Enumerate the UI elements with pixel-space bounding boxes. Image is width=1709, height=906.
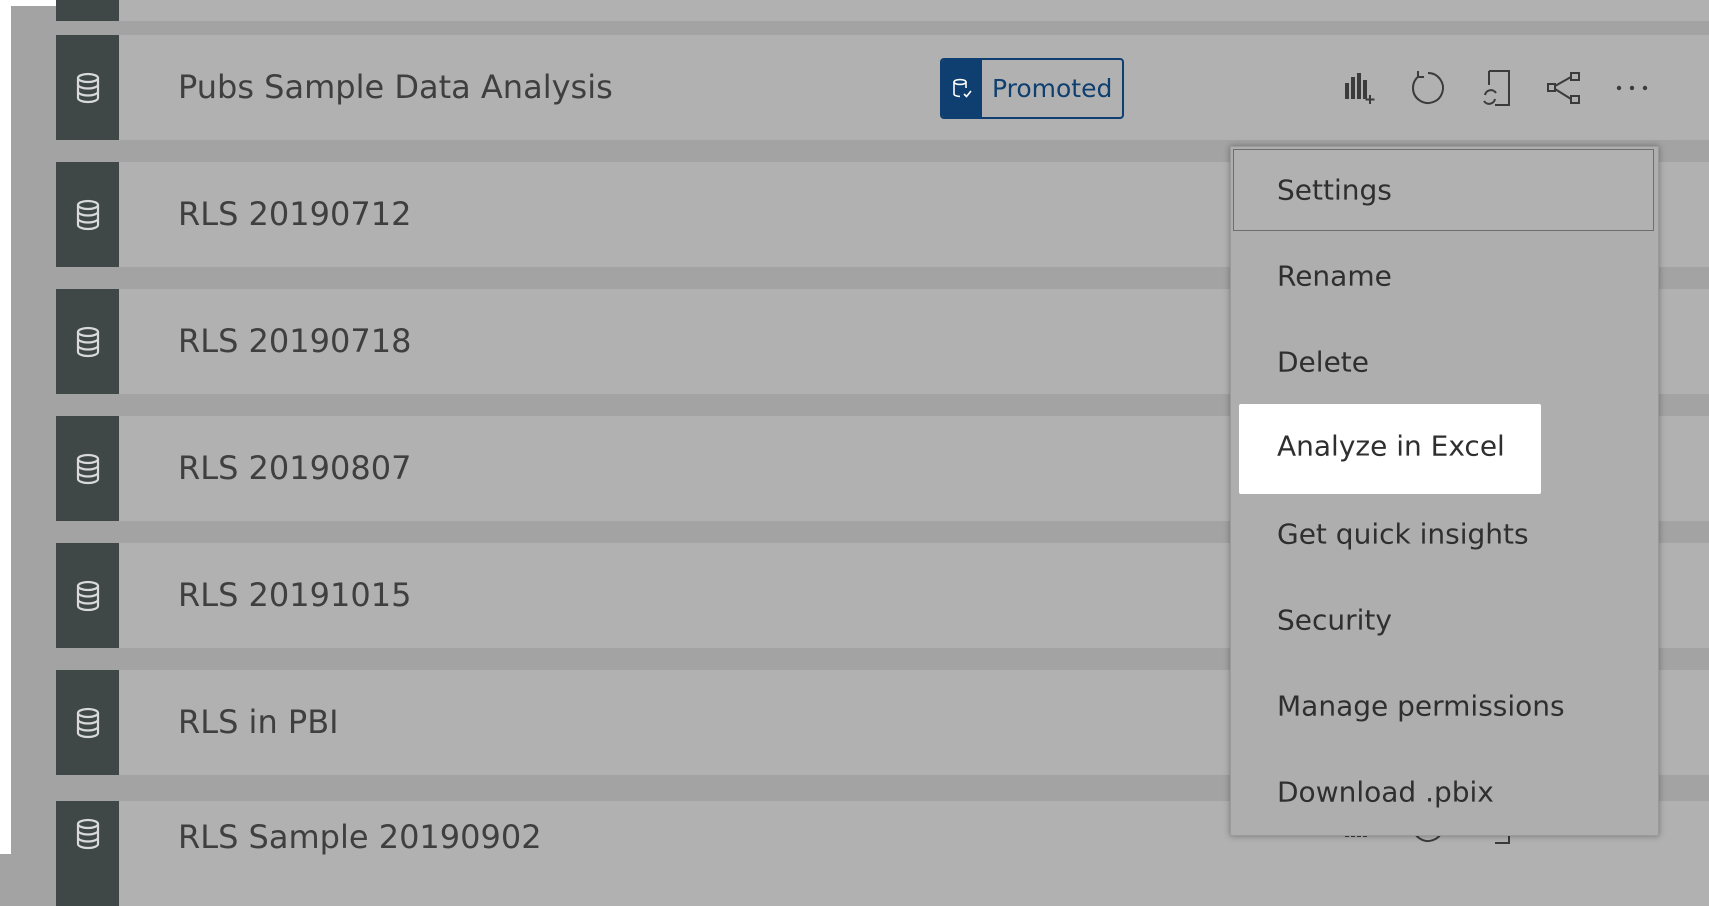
menu-item-rename[interactable]: Rename — [1231, 233, 1658, 319]
menu-item-settings[interactable]: Settings — [1231, 147, 1658, 233]
context-menu: Settings Rename Delete Analyze in Excel … — [1230, 146, 1659, 836]
database-icon — [76, 453, 99, 484]
share-icon — [1547, 71, 1580, 104]
database-icon — [76, 580, 99, 611]
database-icon — [76, 199, 99, 230]
dataset-name[interactable]: Pubs Sample Data Analysis — [178, 35, 613, 140]
database-icon — [76, 707, 99, 738]
menu-item-label: Delete — [1277, 345, 1369, 379]
menu-item-label: Analyze in Excel — [1277, 429, 1505, 463]
menu-item-download-pbix[interactable]: Download .pbix — [1231, 749, 1658, 835]
refresh-button[interactable] — [1394, 63, 1462, 113]
menu-item-analyze-in-excel[interactable]: Analyze in Excel — [1231, 400, 1658, 494]
refresh-icon — [1412, 70, 1444, 104]
dataset-name[interactable]: RLS 20191015 — [178, 543, 411, 648]
menu-item-manage-permissions[interactable]: Manage permissions — [1231, 663, 1658, 749]
database-icon-tile — [56, 0, 119, 21]
endorsement-icon — [942, 60, 982, 117]
database-icon-tile — [56, 543, 119, 648]
database-icon-tile — [56, 670, 119, 775]
dataset-name[interactable]: RLS 20190718 — [178, 289, 411, 394]
database-icon-tile — [56, 416, 119, 521]
menu-item-security[interactable]: Security — [1231, 577, 1658, 663]
database-icon — [76, 326, 99, 357]
create-report-icon — [1345, 72, 1375, 104]
create-report-button[interactable] — [1326, 63, 1394, 113]
share-button[interactable] — [1530, 63, 1598, 113]
list-item[interactable] — [56, 0, 1709, 21]
database-icon-tile — [56, 162, 119, 267]
dataset-name[interactable]: RLS 20190712 — [178, 162, 411, 267]
dataset-name[interactable]: RLS Sample 20190902 — [178, 785, 542, 890]
row-actions — [1326, 35, 1666, 140]
schedule-refresh-button[interactable] — [1462, 63, 1530, 113]
more-options-icon — [1616, 85, 1648, 90]
schedule-refresh-icon — [1483, 69, 1510, 106]
menu-item-get-quick-insights[interactable]: Get quick insights — [1231, 491, 1658, 577]
more-options-button[interactable] — [1598, 63, 1666, 113]
promoted-badge-label: Promoted — [992, 74, 1113, 103]
database-icon — [76, 72, 99, 103]
menu-item-label: Get quick insights — [1277, 517, 1529, 551]
dataset-name[interactable]: RLS in PBI — [178, 670, 339, 775]
database-icon — [76, 818, 99, 849]
list-item[interactable]: Pubs Sample Data Analysis Promoted — [56, 35, 1709, 140]
menu-item-delete[interactable]: Delete — [1231, 319, 1658, 405]
promoted-badge: Promoted — [940, 58, 1125, 119]
database-icon-tile — [56, 289, 119, 394]
menu-item-label: Manage permissions — [1277, 689, 1565, 723]
database-icon-tile — [56, 35, 119, 140]
dataset-name[interactable]: RLS 20190807 — [178, 416, 411, 521]
menu-item-label: Settings — [1277, 173, 1392, 207]
menu-item-label: Download .pbix — [1277, 775, 1494, 809]
left-edge — [0, 0, 11, 854]
menu-item-label: Rename — [1277, 259, 1392, 293]
menu-item-label: Security — [1277, 603, 1392, 637]
